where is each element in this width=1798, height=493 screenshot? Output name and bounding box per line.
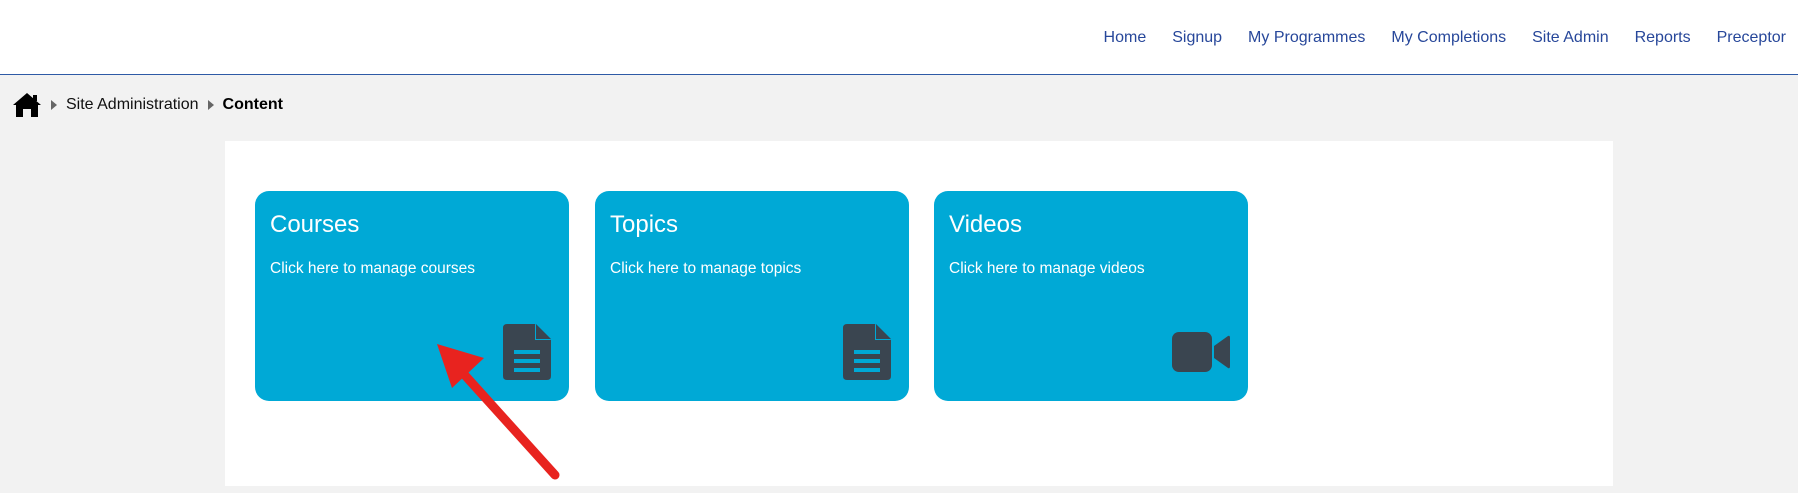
nav-my-programmes-link[interactable]: My Programmes (1248, 29, 1365, 47)
content-panel: Courses Click here to manage courses Top… (225, 141, 1613, 486)
card-title: Topics (610, 211, 679, 238)
breadcrumb-current-content: Content (222, 96, 283, 113)
card-title: Courses (270, 211, 360, 238)
breadcrumb: Site Administration Content (12, 92, 283, 118)
document-icon (843, 324, 891, 385)
nav-site-admin-link[interactable]: Site Admin (1532, 29, 1608, 47)
breadcrumb-separator-icon (207, 100, 214, 110)
nav-my-completions-link[interactable]: My Completions (1391, 29, 1506, 47)
video-camera-icon (1172, 332, 1230, 377)
main-nav: Home Signup My Programmes My Completions… (1078, 29, 1786, 47)
courses-card[interactable]: Courses Click here to manage courses (255, 191, 569, 401)
card-description: Click here to manage courses (270, 260, 476, 277)
nav-reports-link[interactable]: Reports (1635, 29, 1691, 47)
videos-card[interactable]: Videos Click here to manage videos (934, 191, 1248, 401)
nav-home-link[interactable]: Home (1104, 29, 1147, 47)
breadcrumb-site-administration[interactable]: Site Administration (66, 96, 199, 114)
top-navigation-bar: Home Signup My Programmes My Completions… (0, 0, 1798, 75)
nav-preceptor-link[interactable]: Preceptor (1717, 29, 1786, 47)
card-description: Click here to manage topics (610, 260, 802, 277)
document-icon (503, 324, 551, 385)
home-icon[interactable] (12, 92, 42, 118)
card-title: Videos (949, 211, 1022, 238)
card-description: Click here to manage videos (949, 260, 1145, 277)
breadcrumb-separator-icon (51, 100, 57, 110)
nav-signup-link[interactable]: Signup (1172, 29, 1222, 47)
topics-card[interactable]: Topics Click here to manage topics (595, 191, 909, 401)
